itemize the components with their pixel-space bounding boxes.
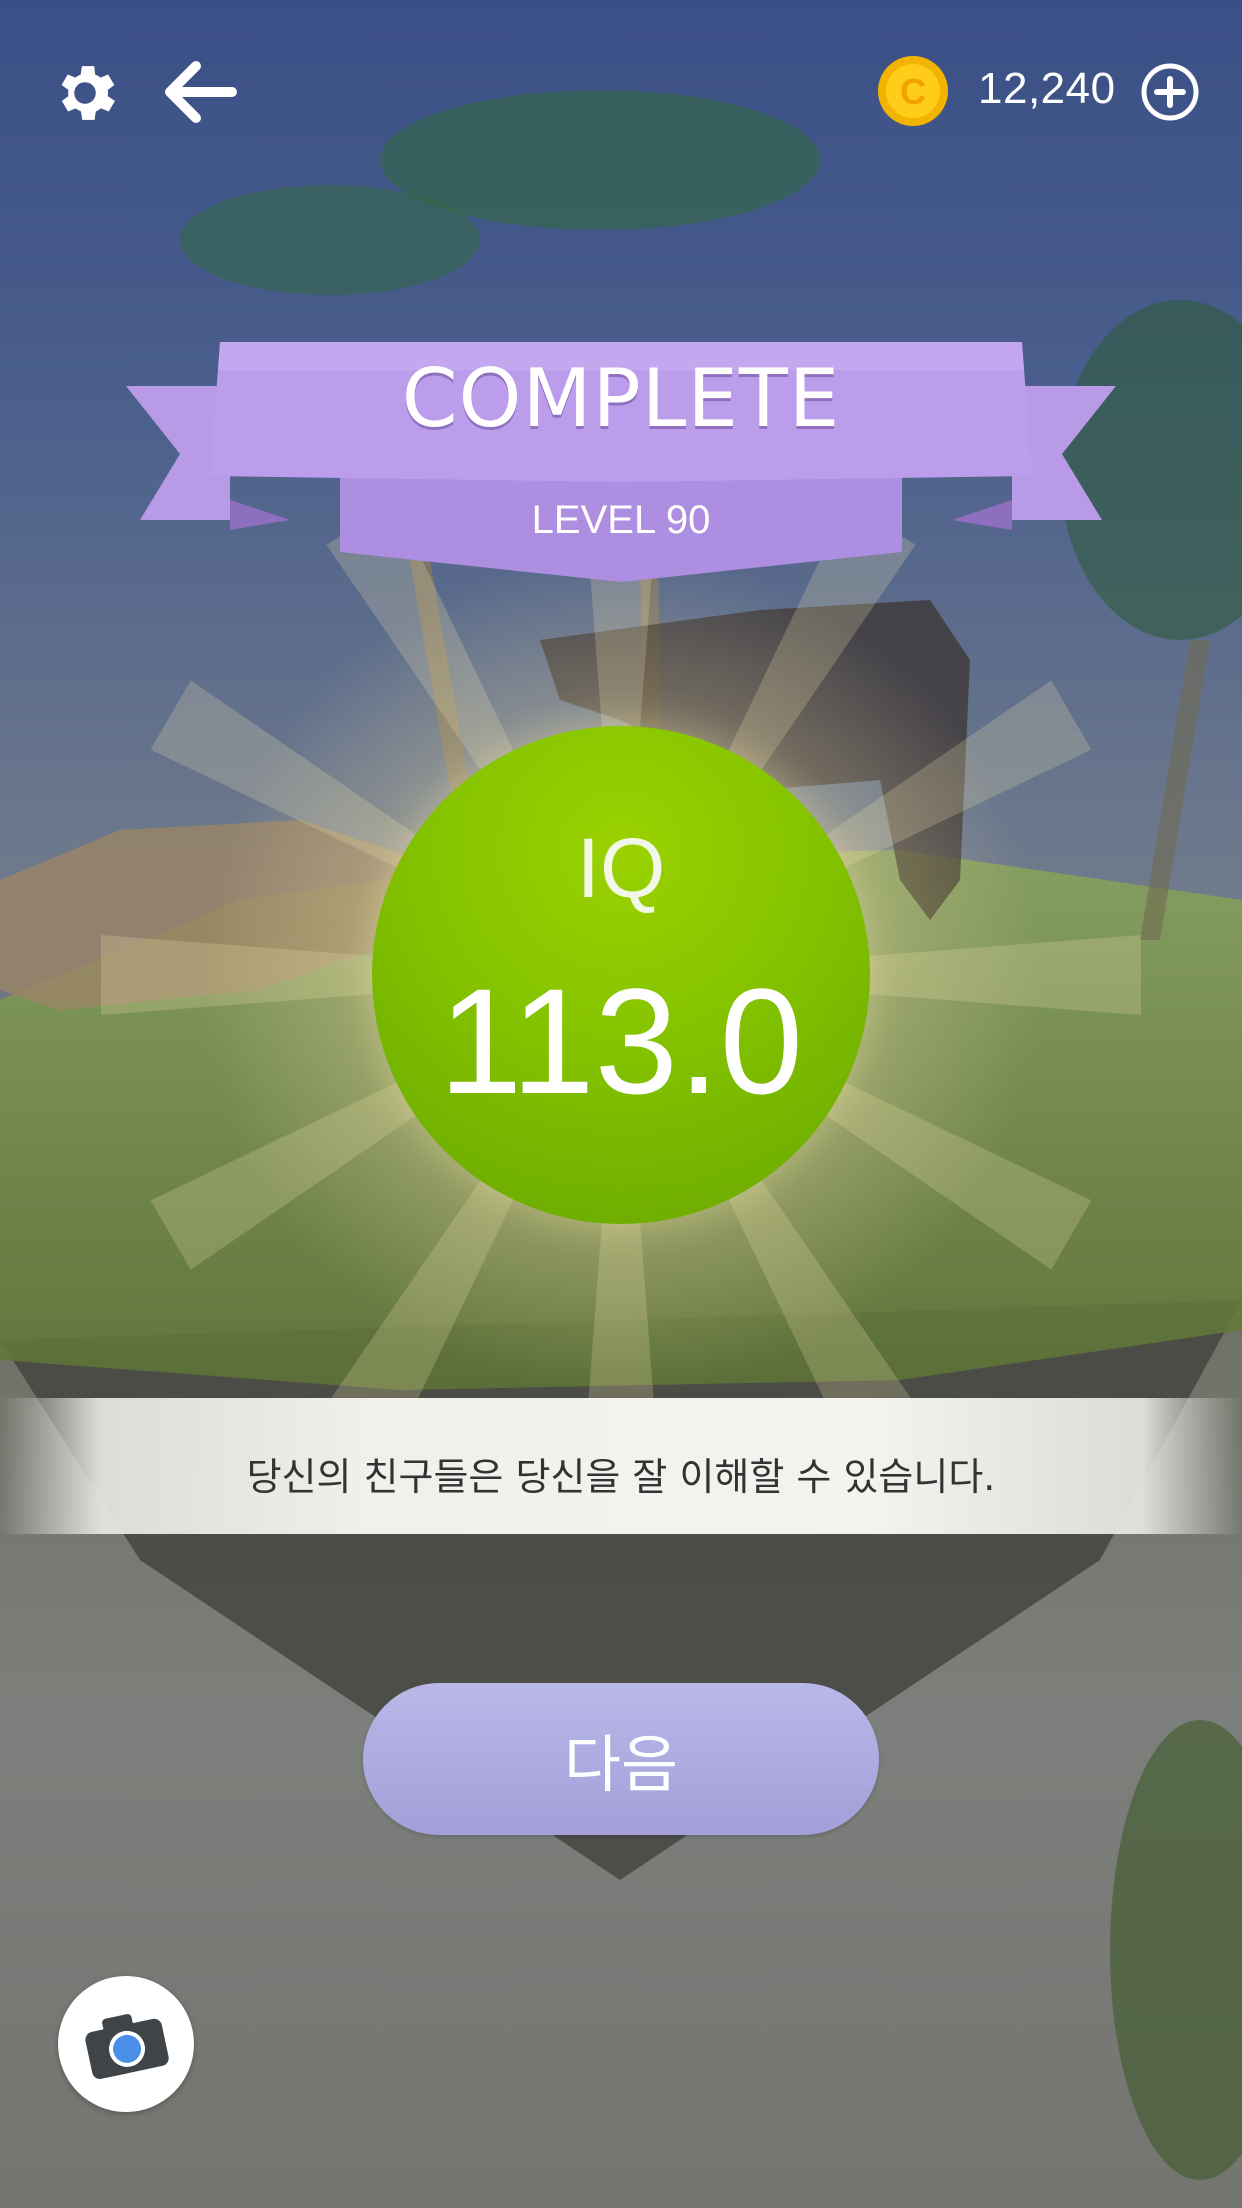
coin-balance: 12,240 — [978, 64, 1116, 113]
level-label: LEVEL 90 — [531, 498, 711, 542]
gear-icon[interactable] — [40, 48, 130, 138]
camera-button[interactable] — [58, 1976, 194, 2112]
iq-label: IQ — [576, 821, 666, 915]
coin-letter: C — [900, 71, 926, 112]
coin-icon: C — [876, 54, 950, 128]
camera-icon — [85, 2014, 169, 2079]
plus-circle-icon[interactable] — [1140, 62, 1200, 122]
arrow-left-icon[interactable] — [155, 52, 245, 132]
result-message: 당신의 친구들은 당신을 잘 이해할 수 있습니다. — [246, 1455, 996, 1499]
next-button[interactable]: 다음 — [363, 1683, 879, 1835]
iq-value: 113.0 — [438, 957, 804, 1125]
complete-title: COMPLETE — [401, 352, 841, 445]
top-bar: C 12,240 — [0, 0, 1242, 180]
next-button-label: 다음 — [563, 1728, 679, 1801]
